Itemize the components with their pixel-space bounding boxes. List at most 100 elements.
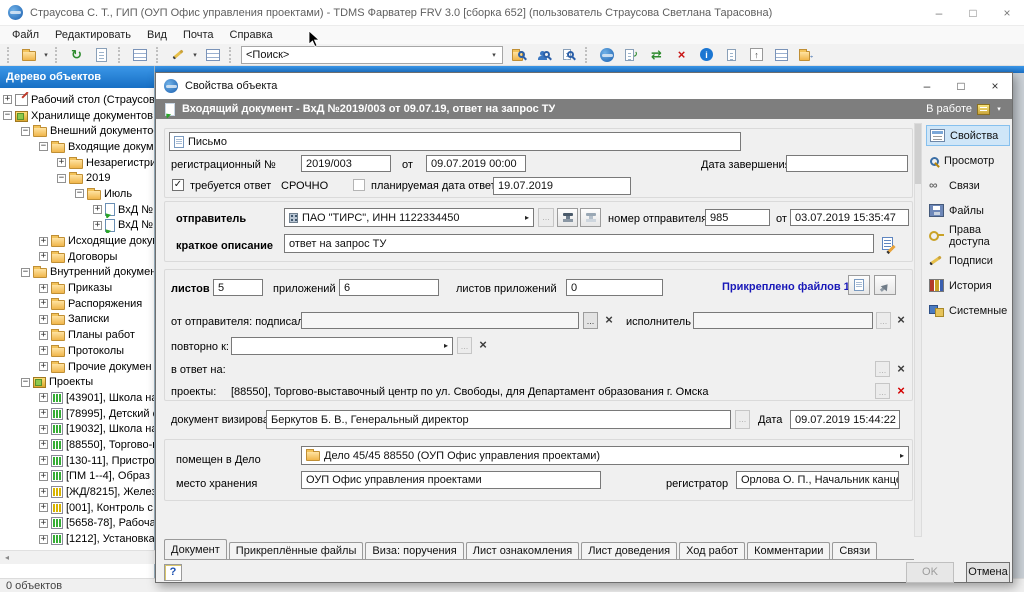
tree-item-label[interactable]: Входящие документы [68,141,154,153]
maximize-icon[interactable]: □ [956,0,990,25]
web-globe-icon[interactable] [595,45,618,65]
scroll-left-icon[interactable]: ◂ [0,551,14,564]
close-icon[interactable]: × [978,73,1012,99]
info-icon[interactable]: i [695,45,718,65]
menu-edit[interactable]: Редактировать [47,29,139,41]
tree-item-label[interactable]: [001], Контроль с [66,502,153,514]
projects-remove-icon[interactable]: × [893,383,909,399]
tree-item-label[interactable]: Хранилище документов [31,110,153,122]
tree-item-label[interactable]: [78995], Детский с [66,408,154,420]
tree-item-label[interactable]: Внешний документообо [50,125,154,137]
expander-plus-icon[interactable] [3,95,12,104]
visa-date-field[interactable]: 09.07.2019 15:44:22 [790,410,900,429]
repeat-clear-icon[interactable]: × [475,337,491,354]
planned-date-checkbox[interactable] [353,179,365,191]
tree-row[interactable]: [43901], Школа на [0,390,154,406]
sidebar-item-signatures[interactable]: Подписи [926,250,1010,271]
sidebar-item-system[interactable]: Системные [926,300,1010,321]
search-document-icon[interactable] [557,45,580,65]
tree-row[interactable]: Договоры [0,249,154,265]
storage-field[interactable]: ОУП Офис управления проектами [301,471,601,489]
tree-row[interactable]: Планы работ [0,327,154,343]
sheets-field[interactable]: 5 [213,279,263,296]
sender-combobox[interactable]: ПАО "ТИРС", ИНН 1122334450 ▸ [284,208,534,227]
tree-row[interactable]: ВхД № [0,202,154,218]
tree-row[interactable]: Прочие докумен [0,359,154,375]
planned-date-field[interactable]: 19.07.2019 [493,177,631,195]
expander-plus-icon[interactable] [39,409,48,418]
list-view-icon[interactable] [128,45,151,65]
expander-plus-icon[interactable] [39,346,48,355]
expander-plus-icon[interactable] [39,472,48,481]
sender-number-field[interactable]: 985 [705,209,770,226]
export-document-icon[interactable]: ↓ [720,45,743,65]
tree-row[interactable]: Исходящие докуме [0,233,154,249]
exchange-users-icon[interactable]: ⇄ [645,45,668,65]
expander-minus-icon[interactable] [21,127,30,136]
sender-stamp-icon[interactable] [557,208,578,227]
reply-clear-icon[interactable]: × [893,361,909,377]
tree-item-label[interactable]: Протоколы [68,345,124,357]
expander-minus-icon[interactable] [21,268,30,277]
edit-document-icon[interactable] [90,45,113,65]
tree-row[interactable]: [ПМ 1--4], Образ [0,469,154,485]
tree-item-label[interactable]: Исходящие докуме [68,235,154,247]
tree-row[interactable]: [78995], Детский с [0,406,154,422]
tree-item-label[interactable]: Записки [68,313,109,325]
expander-plus-icon[interactable] [39,393,48,402]
search-combobox[interactable]: <Поиск> ▾ [241,46,503,64]
refresh-icon[interactable]: ↻ [65,45,88,65]
menu-file[interactable]: Файл [4,29,47,41]
search-caret-icon[interactable]: ▾ [490,51,498,59]
expander-plus-icon[interactable] [39,252,48,261]
expander-plus-icon[interactable] [39,331,48,340]
tab-document[interactable]: Документ [164,539,227,559]
tree-item-label[interactable]: 2019 [86,172,110,184]
tab-links[interactable]: Связи [832,542,877,559]
paste-file-icon[interactable] [848,275,870,295]
tree-item-label[interactable]: Проекты [49,376,93,388]
tree-row[interactable]: Распоряжения [0,296,154,312]
tree-item-label[interactable]: Распоряжения [68,298,142,310]
tree-row[interactable]: [001], Контроль с [0,500,154,516]
note-icon[interactable] [770,45,793,65]
tab-work-progress[interactable]: Ход работ [679,542,745,559]
menu-help[interactable]: Справка [222,29,281,41]
help-button[interactable]: ? [164,564,182,581]
projects-browse-button[interactable]: ... [875,383,890,399]
sidebar-item-access-rights[interactable]: Права доступа [926,225,1010,246]
tree-row[interactable]: Внутренний докумен [0,265,154,281]
repeat-combobox[interactable]: ▸ [231,337,453,355]
expander-plus-icon[interactable] [39,299,48,308]
status-caret-icon[interactable]: ▾ [995,105,1003,113]
expander-plus-icon[interactable] [57,158,66,167]
tree-row[interactable]: [ЖД/8215], Желез [0,484,154,500]
open-folder-icon[interactable] [17,45,40,65]
tree-row[interactable]: [123], Для измене [0,547,154,548]
tree-row[interactable]: Записки [0,312,154,328]
doc-type-field[interactable]: Письмо [169,132,741,151]
delete-icon[interactable]: × [670,45,693,65]
tree-row[interactable]: [130-11], Пристро [0,453,154,469]
tree-item-label[interactable]: Внутренний докумен [50,266,154,278]
tree-row[interactable]: Рабочий стол (Страусова [0,92,154,108]
expander-plus-icon[interactable] [39,503,48,512]
repeat-browse-button[interactable]: ... [457,337,472,354]
expander-minus-icon[interactable] [21,378,30,387]
sender-caret-icon[interactable]: ▸ [525,211,529,225]
tree-row[interactable]: Протоколы [0,343,154,359]
reg-number-field[interactable]: 2019/003 [301,155,391,172]
form-scrollbar[interactable] [914,123,922,537]
sender-date-field[interactable]: 03.07.2019 15:35:47 [790,209,909,226]
tree-horizontal-scrollbar[interactable]: ◂ [0,550,155,564]
tree-item-label[interactable]: Договоры [68,251,117,263]
ok-button[interactable]: OK [906,562,954,583]
tree-row[interactable]: [1212], Установка [0,531,154,547]
attached-files-link[interactable]: Прикреплено файлов 1 [722,281,850,293]
expander-minus-icon[interactable] [75,189,84,198]
open-folder-caret-icon[interactable]: ▾ [42,51,50,59]
expander-plus-icon[interactable] [39,315,48,324]
upload-icon[interactable]: ↑ [745,45,768,65]
tree-row[interactable]: [19032], Школа на [0,421,154,437]
tree-item-label[interactable]: ВхД № [118,219,153,231]
